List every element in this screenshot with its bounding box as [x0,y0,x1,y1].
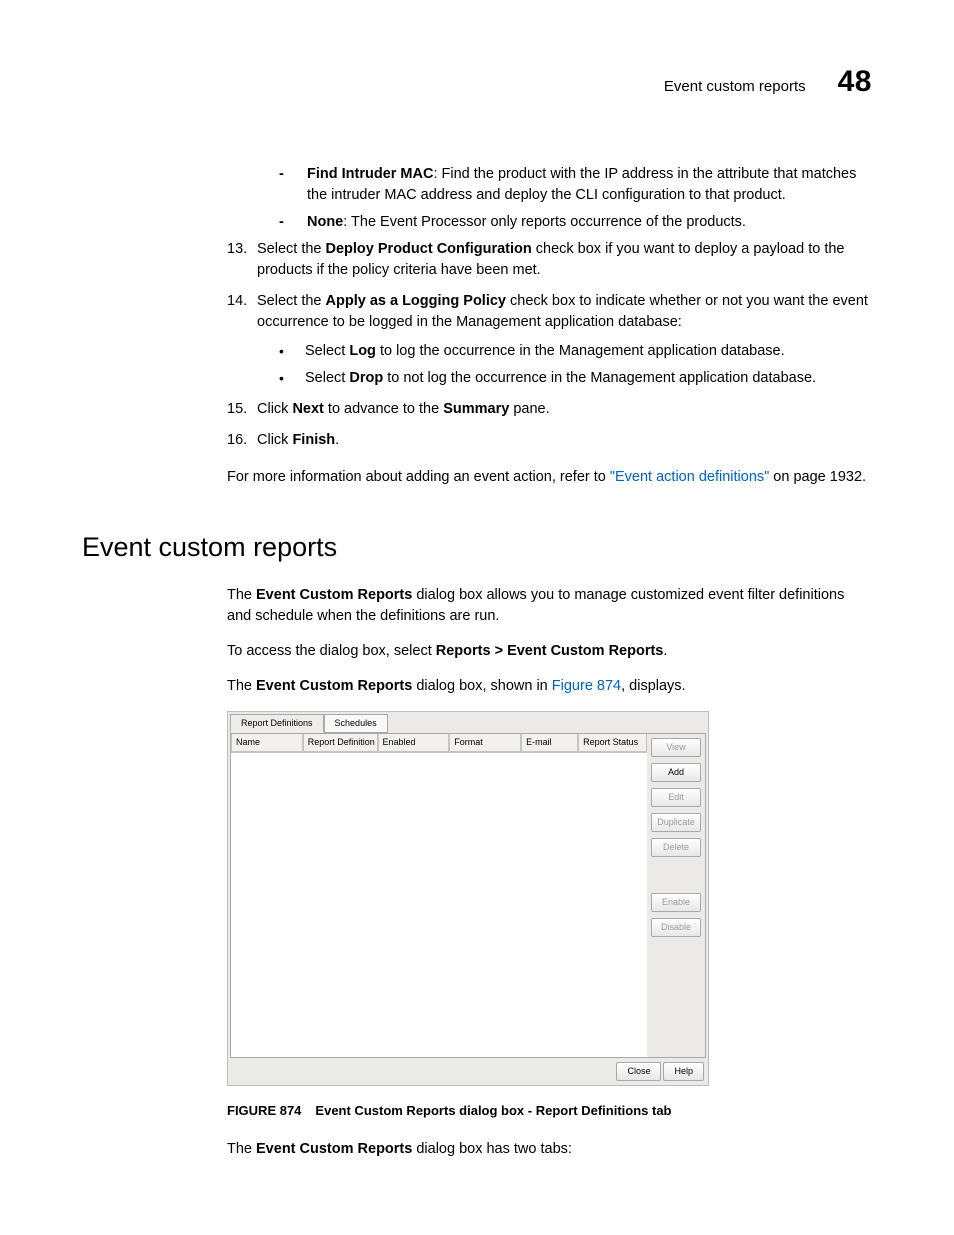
add-button[interactable]: Add [651,763,701,782]
report-table: Name Report Definition Enabled Format E-… [231,734,647,1057]
list-item: Select Drop to not log the occurrence in… [279,368,872,389]
col-name[interactable]: Name [231,734,303,752]
step-number: 16. [227,430,247,451]
figure-caption: FIGURE 874 Event Custom Reports dialog bo… [227,1102,872,1121]
step-text: Select the Deploy Product Configuration … [257,241,845,278]
step-15: 15. Click Next to advance to the Summary… [227,399,872,420]
disable-button[interactable]: Disable [651,918,701,937]
duplicate-button[interactable]: Duplicate [651,813,701,832]
section-heading: Event custom reports [82,528,872,567]
figure-874-link[interactable]: Figure 874 [552,678,621,694]
step-number: 15. [227,399,247,420]
dialog-tabs: Report Definitions Schedules [228,712,708,733]
step-14: 14. Select the Apply as a Logging Policy… [227,291,872,389]
tab-report-definitions[interactable]: Report Definitions [230,714,324,733]
close-button[interactable]: Close [616,1062,661,1081]
term: Find Intruder MAC [307,166,433,182]
more-info-paragraph: For more information about adding an eve… [227,467,872,488]
view-button[interactable]: View [651,738,701,757]
col-report-definition[interactable]: Report Definition [303,734,378,752]
col-report-status[interactable]: Report Status [578,734,647,752]
section-body: The Event Custom Reports dialog box allo… [227,585,872,697]
button-gap [651,863,701,887]
figure-874: Report Definitions Schedules Name Report… [227,711,872,1160]
list-item: None: The Event Processor only reports o… [279,212,872,233]
step-text: Click Finish. [257,432,339,448]
event-custom-reports-dialog: Report Definitions Schedules Name Report… [227,711,709,1086]
header-section-title: Event custom reports [664,76,806,98]
event-action-definitions-link[interactable]: "Event action definitions" [610,469,769,485]
col-enabled[interactable]: Enabled [378,734,450,752]
col-format[interactable]: Format [449,734,521,752]
page-header: Event custom reports 48 [82,60,872,104]
list-item: Select Log to log the occurrence in the … [279,341,872,362]
chapter-number: 48 [838,60,872,104]
shown-paragraph: The Event Custom Reports dialog box, sho… [227,676,872,697]
step-number: 13. [227,239,247,260]
numbered-steps: 13. Select the Deploy Product Configurat… [227,239,872,451]
edit-button[interactable]: Edit [651,788,701,807]
step-text: Click Next to advance to the Summary pan… [257,401,550,417]
table-headers: Name Report Definition Enabled Format E-… [231,734,647,752]
dialog-bottom-buttons: Close Help [616,1062,704,1081]
list-item: Find Intruder MAC: Find the product with… [279,164,872,206]
access-paragraph: To access the dialog box, select Reports… [227,641,872,662]
step-16: 16. Click Finish. [227,430,872,451]
body-content: Find Intruder MAC: Find the product with… [227,164,872,488]
closing-paragraph: The Event Custom Reports dialog box has … [227,1139,872,1160]
step-number: 14. [227,291,247,312]
delete-button[interactable]: Delete [651,838,701,857]
term-text: : The Event Processor only reports occur… [343,214,746,230]
enable-button[interactable]: Enable [651,893,701,912]
step-text: Select the Apply as a Logging Policy che… [257,293,868,330]
sub-bullet-list: Select Log to log the occurrence in the … [257,341,872,389]
term: None [307,214,343,230]
table-body-empty [231,752,647,1057]
help-button[interactable]: Help [663,1062,704,1081]
dash-list: Find Intruder MAC: Find the product with… [227,164,872,233]
dialog-content: Name Report Definition Enabled Format E-… [230,733,706,1058]
intro-paragraph: The Event Custom Reports dialog box allo… [227,585,872,627]
step-13: 13. Select the Deploy Product Configurat… [227,239,872,281]
tab-schedules[interactable]: Schedules [324,714,388,733]
figure-label: FIGURE 874 [227,1103,301,1118]
col-email[interactable]: E-mail [521,734,578,752]
side-button-panel: View Add Edit Duplicate Delete Enable Di… [647,734,705,1057]
figure-caption-text: Event Custom Reports dialog box - Report… [315,1103,671,1118]
